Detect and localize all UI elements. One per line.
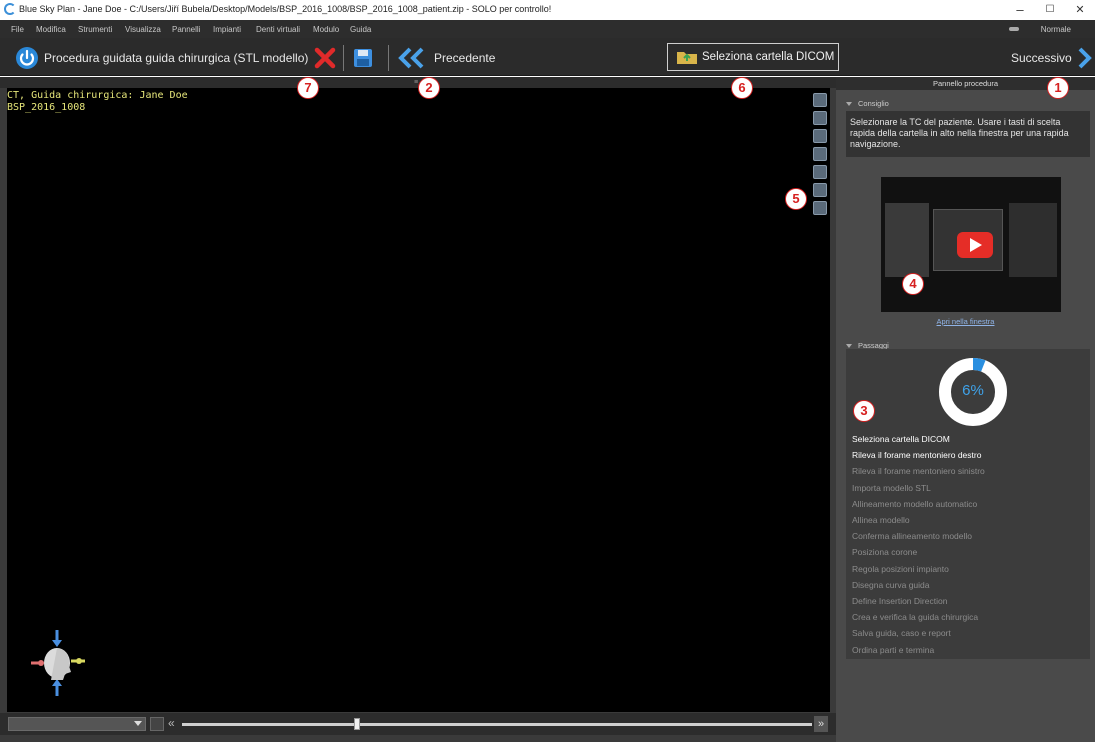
axis-view-icon[interactable] xyxy=(813,93,827,107)
video-thumb-ct xyxy=(885,203,929,277)
folder-upload-icon xyxy=(677,52,697,64)
reset-view-icon[interactable] xyxy=(150,717,164,731)
grid-icon[interactable] xyxy=(813,165,827,179)
menu-modifica[interactable]: Modifica xyxy=(36,25,66,34)
jaw-view-icon[interactable] xyxy=(813,129,827,143)
step-item[interactable]: Salva guida, caso e report xyxy=(852,625,985,641)
wizard-toolbar: Procedura guidata guida chirurgica (STL … xyxy=(0,38,1095,76)
menu-pannelli[interactable]: Pannelli xyxy=(172,25,200,34)
callout-marker: 1 xyxy=(1047,77,1069,99)
callout-marker: 3 xyxy=(853,400,875,422)
slice-controls: « » xyxy=(0,713,836,735)
step-item[interactable]: Allinea modello xyxy=(852,512,985,528)
mode-selector[interactable]: Normale xyxy=(1041,25,1071,34)
slice-slider[interactable] xyxy=(182,723,812,726)
step-item[interactable]: Importa modello STL xyxy=(852,480,985,496)
head-orientation-icon[interactable] xyxy=(27,628,97,698)
menu-modulo[interactable]: Modulo xyxy=(313,25,339,34)
step-item[interactable]: Seleziona cartella DICOM xyxy=(852,431,985,447)
menu-file[interactable]: File xyxy=(11,25,24,34)
slice-back-icon[interactable]: « xyxy=(168,716,175,730)
step-item[interactable]: Conferma allineamento modello xyxy=(852,528,985,544)
advice-text: Selezionare la TC del paziente. Usare i … xyxy=(846,111,1090,157)
step-item[interactable]: Rileva il forame mentoniero sinistro xyxy=(852,463,985,479)
view-select-dropdown[interactable] xyxy=(8,717,146,731)
advice-title: Consiglio xyxy=(858,99,889,108)
viewport-container: ≡ CT, Guida chirurgica: Jane Doe BSP_201… xyxy=(0,77,836,742)
step-item[interactable]: Rileva il forame mentoniero destro xyxy=(852,447,985,463)
eye-icon[interactable] xyxy=(813,201,827,215)
menu-visualizza[interactable]: Visualizza xyxy=(125,25,161,34)
select-dicom-label: Seleziona cartella DICOM xyxy=(702,51,835,63)
callout-marker: 5 xyxy=(785,188,807,210)
skull-view-icon[interactable] xyxy=(813,111,827,125)
collapse-triangle-icon xyxy=(846,344,852,349)
save-icon[interactable] xyxy=(353,48,373,68)
slice-forward-icon[interactable]: » xyxy=(814,716,828,732)
maximize-button[interactable]: ☐ xyxy=(1036,2,1064,18)
close-window-button[interactable]: ✕ xyxy=(1066,2,1094,18)
ct-viewport[interactable]: CT, Guida chirurgica: Jane Doe BSP_2016_… xyxy=(7,88,830,712)
viewport-caption-case: BSP_2016_1008 xyxy=(7,102,86,113)
mode-icon xyxy=(1009,27,1019,31)
steps-box: 6% Seleziona cartella DICOM Rileva il for… xyxy=(846,349,1090,659)
callout-marker: 2 xyxy=(418,77,440,99)
viewport-caption-title: CT, Guida chirurgica: Jane Doe xyxy=(7,90,188,101)
app-logo-icon xyxy=(4,3,16,15)
menu-strumenti[interactable]: Strumenti xyxy=(78,25,112,34)
callout-marker: 6 xyxy=(731,77,753,99)
chevron-down-icon xyxy=(134,721,142,726)
advice-section-header[interactable]: Consiglio xyxy=(846,99,889,108)
step-item[interactable]: Crea e verifica la guida chirurgica xyxy=(852,609,985,625)
play-icon xyxy=(970,238,982,252)
slice-slider-thumb[interactable] xyxy=(354,718,360,730)
next-button[interactable]: Successivo xyxy=(1011,51,1072,65)
step-item[interactable]: Ordina parti e termina xyxy=(852,642,985,658)
viewport-caption: CT, Guida chirurgica: Jane Doe BSP_2016_… xyxy=(7,90,188,114)
cancel-wizard-icon[interactable] xyxy=(314,47,336,69)
print-icon[interactable] xyxy=(813,183,827,197)
collapse-triangle-icon xyxy=(846,102,852,107)
open-in-window-link[interactable]: Apri nella finestra xyxy=(836,317,1095,326)
title-bar: Blue Sky Plan - Jane Doe - C:/Users/Jiří… xyxy=(0,0,1095,20)
step-item[interactable]: Posiziona corone xyxy=(852,544,985,560)
callout-marker: 7 xyxy=(297,77,319,99)
menu-impianti[interactable]: Impianti xyxy=(213,25,241,34)
minimize-button[interactable]: – xyxy=(1006,2,1034,18)
steps-list: Seleziona cartella DICOM Rileva il forame… xyxy=(852,431,985,658)
menu-guida[interactable]: Guida xyxy=(350,25,371,34)
view-tools xyxy=(813,93,827,219)
select-dicom-folder-button[interactable]: Seleziona cartella DICOM xyxy=(667,43,839,71)
window-title: Blue Sky Plan - Jane Doe - C:/Users/Jiří… xyxy=(19,4,552,14)
menu-bar: File Modifica Strumenti Visualizza Panne… xyxy=(0,20,1095,38)
progress-percentage: 6% xyxy=(962,382,984,399)
step-item[interactable]: Allineamento modello automatico xyxy=(852,496,985,512)
step-item[interactable]: Disegna curva guida xyxy=(852,577,985,593)
person-view-icon[interactable] xyxy=(813,147,827,161)
step-item[interactable]: Regola posizioni impianto xyxy=(852,561,985,577)
menu-denti-virtuali[interactable]: Denti virtuali xyxy=(256,25,300,34)
step-item[interactable]: Define Insertion Direction xyxy=(852,593,985,609)
power-icon[interactable] xyxy=(15,46,39,70)
video-thumb-panel xyxy=(1009,203,1057,277)
callout-marker: 4 xyxy=(902,273,924,295)
toolbar-divider xyxy=(388,45,389,71)
toolbar-divider xyxy=(343,45,344,71)
chevron-double-left-icon[interactable] xyxy=(398,47,428,69)
chevron-right-icon[interactable] xyxy=(1074,47,1095,69)
previous-button[interactable]: Precedente xyxy=(434,51,495,65)
wizard-title: Procedura guidata guida chirurgica (STL … xyxy=(44,51,309,65)
